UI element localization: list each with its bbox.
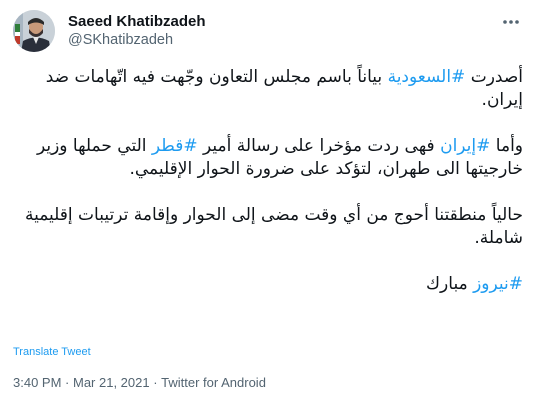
text-segment: أصدرت (465, 67, 523, 87)
author-name[interactable]: Saeed Khatibzadeh (68, 13, 206, 30)
text-segment: مبارك (426, 274, 474, 294)
tweet-paragraph-4: #نيروز مبارك (13, 273, 523, 296)
tweet-header: Saeed Khatibzadeh @SKhatibzadeh (13, 10, 523, 52)
tweet-paragraph-1: أصدرت #السعودية بياناً باسم مجلس التعاون… (13, 66, 523, 112)
separator: · (61, 375, 73, 390)
hashtag-link[interactable]: #السعودية (388, 67, 466, 87)
hashtag-link[interactable]: #نيروز (473, 274, 523, 294)
hashtag-link[interactable]: #إيران (440, 136, 490, 156)
hashtag-link[interactable]: #قطر (152, 136, 198, 156)
tweet-paragraph-2: وأما #إيران فهى ردت مؤخرا على رسالة أمير… (13, 135, 523, 181)
avatar-photo (13, 10, 55, 52)
more-options-icon[interactable] (499, 10, 523, 34)
tweet-source[interactable]: Twitter for Android (161, 375, 266, 390)
tweet-metadata: 3:40 PM · Mar 21, 2021 · Twitter for And… (13, 375, 266, 390)
text-segment: وأما (490, 136, 523, 156)
tweet-date[interactable]: Mar 21, 2021 (73, 375, 150, 390)
translate-tweet-link[interactable]: Translate Tweet (13, 346, 91, 358)
tweet-paragraph-3: حالياً منطقتنا أحوج من أي وقت مضى إلى ال… (24, 205, 523, 248)
separator: · (149, 375, 162, 390)
avatar[interactable] (13, 10, 55, 52)
tweet-text: أصدرت #السعودية بياناً باسم مجلس التعاون… (13, 66, 523, 296)
text-segment: فهى ردت مؤخرا على رسالة أمير (197, 136, 441, 156)
author-handle[interactable]: @SKhatibzadeh (68, 32, 173, 48)
tweet-time[interactable]: 3:40 PM (13, 375, 61, 390)
